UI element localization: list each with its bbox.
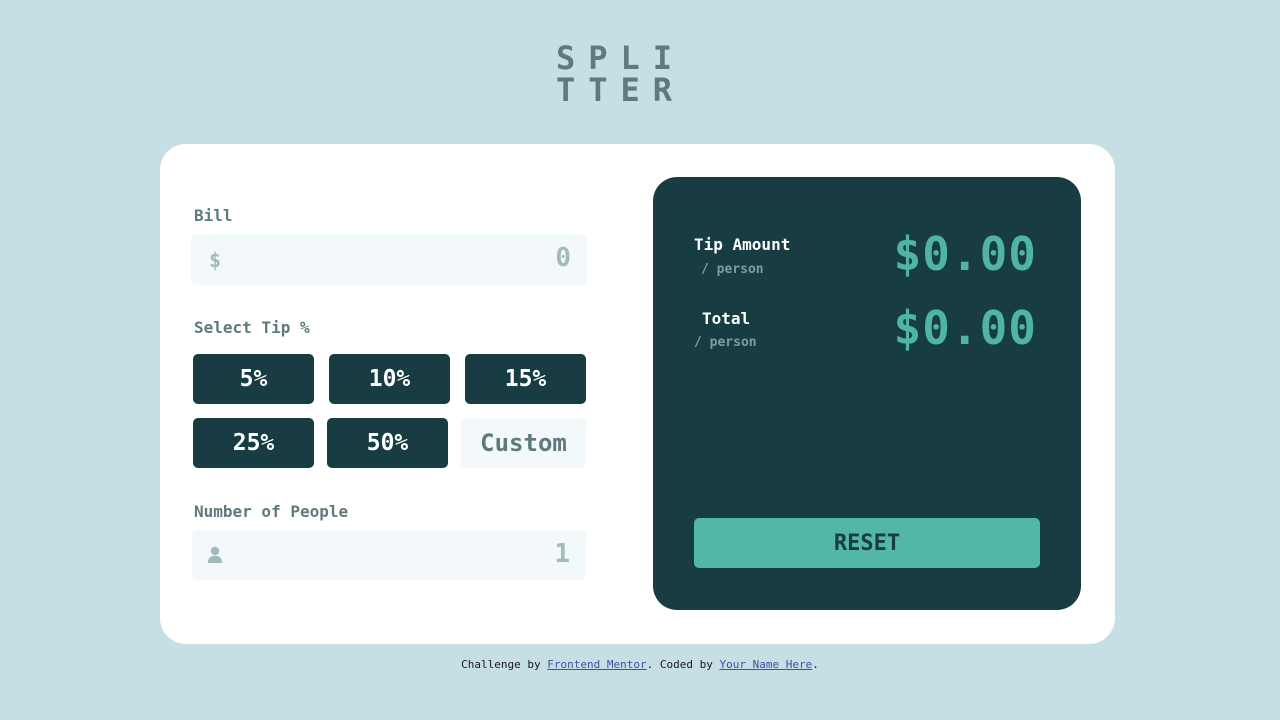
frontend-mentor-link[interactable]: Frontend Mentor	[547, 658, 646, 671]
results-panel: Tip Amount / person $0.00 Total / person…	[653, 177, 1081, 610]
tip-label: Select Tip %	[194, 318, 310, 337]
people-label: Number of People	[194, 502, 349, 521]
people-input[interactable]: 1	[192, 530, 586, 580]
logo-line-1: SPLI	[556, 39, 686, 77]
attribution-suffix: .	[812, 658, 819, 671]
logo-line-2: TTER	[556, 71, 686, 109]
tip-button-15[interactable]: 15%	[465, 354, 586, 404]
total-title: Total	[702, 309, 751, 328]
custom-tip-input[interactable]: Custom	[461, 418, 586, 468]
calculator-card: Bill $ 0 Select Tip % 5% 10% 15% 25% 50%…	[160, 144, 1115, 644]
tip-button-10[interactable]: 10%	[329, 354, 450, 404]
author-link[interactable]: Your Name Here	[719, 658, 812, 671]
total-value: $0.00	[893, 301, 1037, 355]
attribution-middle: . Coded by	[646, 658, 720, 671]
attribution-prefix: Challenge by	[461, 658, 548, 671]
bill-input-placeholder: 0	[555, 243, 571, 273]
total-sub: / person	[694, 335, 757, 350]
people-input-placeholder: 1	[554, 539, 570, 569]
dollar-icon: $	[209, 248, 222, 272]
reset-button[interactable]: RESET	[694, 518, 1040, 568]
bill-label: Bill	[194, 206, 233, 225]
tip-button-5[interactable]: 5%	[193, 354, 314, 404]
tip-amount-title: Tip Amount	[694, 235, 791, 254]
tip-amount-sub: / person	[701, 262, 764, 277]
tip-button-50[interactable]: 50%	[327, 418, 448, 468]
person-icon	[208, 545, 222, 569]
bill-input[interactable]: $ 0	[191, 234, 587, 285]
attribution: Challenge by Frontend Mentor. Coded by Y…	[0, 658, 1280, 671]
tip-button-25[interactable]: 25%	[193, 418, 314, 468]
tip-amount-value: $0.00	[893, 227, 1037, 281]
splitter-logo: SPLI TTER	[556, 42, 706, 106]
